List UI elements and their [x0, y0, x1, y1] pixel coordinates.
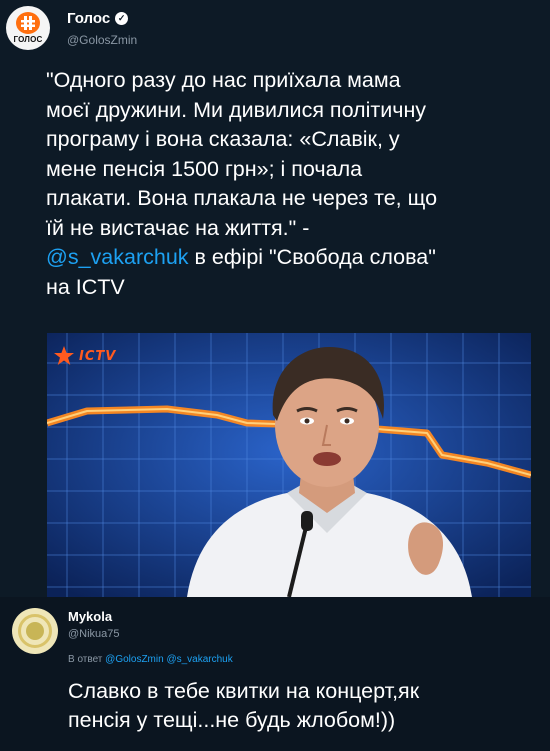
tweet-text-part1: "Одного разу до нас приїхала мама моєї д…	[46, 68, 438, 240]
ictv-star-icon	[54, 346, 74, 365]
reply-author-handle[interactable]: @Nikua75	[68, 628, 120, 640]
coin-center	[26, 622, 44, 640]
reply-mentions[interactable]: @GolosZmin @s_vakarchuk	[105, 654, 233, 665]
avatar-logo-text: ГОЛОС	[13, 35, 43, 44]
reply-prefix: В ответ	[68, 654, 103, 665]
reply-tweet: Mykola @Nikua75 В ответ @GolosZmin @s_va…	[0, 597, 550, 751]
reply-to-line: В ответ @GolosZmin @s_vakarchuk	[68, 654, 233, 665]
reply-text: Славко в тебе квитки на концерт,як пенсі…	[68, 679, 420, 732]
mention-link[interactable]: @s_vakarchuk	[46, 245, 189, 269]
tweet-text: "Одного разу до нас приїхала мама моєї д…	[46, 66, 540, 302]
verified-badge-icon: ✓	[115, 12, 129, 25]
avatar-mykola[interactable]	[12, 608, 58, 654]
avatar-golos[interactable]: ГОЛОС	[6, 6, 50, 50]
golos-logo-icon	[16, 12, 40, 34]
tweet-photo[interactable]: ICTV	[47, 333, 531, 597]
author-handle[interactable]: @GolosZmin	[67, 33, 137, 47]
author-name[interactable]: Голос ✓	[67, 10, 129, 27]
ictv-logo-text: ICTV	[79, 348, 117, 364]
main-tweet: ГОЛОС Голос ✓ @GolosZmin "Одного разу до…	[0, 0, 550, 597]
ictv-logo: ICTV	[53, 345, 116, 367]
reply-author-name[interactable]: Mykola	[68, 609, 112, 624]
speaker-figure	[187, 347, 472, 597]
author-name-text: Голос	[67, 10, 111, 27]
